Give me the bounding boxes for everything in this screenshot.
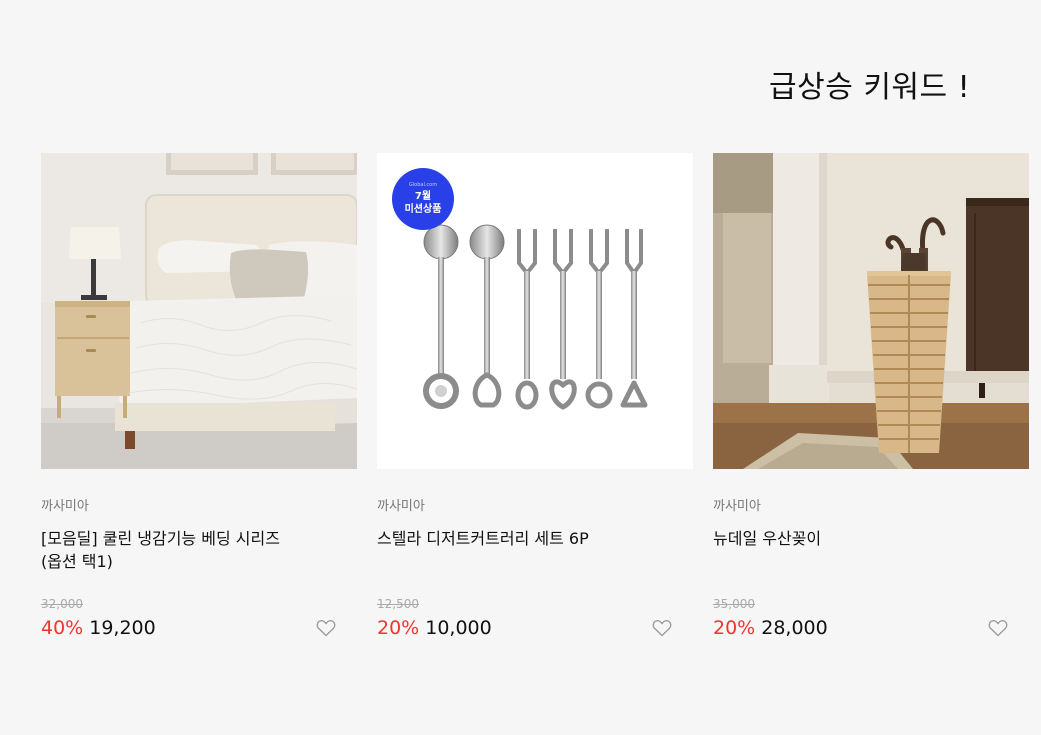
sale-price: 28,000	[761, 617, 828, 639]
product-name[interactable]: 스텔라 디저트커트러리 세트 6P	[377, 527, 637, 573]
price-row: 20% 28,000	[713, 615, 1029, 641]
wishlist-button[interactable]	[651, 617, 673, 639]
original-price: 32,000	[41, 597, 83, 611]
sale-price: 10,000	[425, 617, 492, 639]
rising-keywords-section: 급상승 키워드 ! 까사미아 [모음딜] 쿨린 냉감기능 베딩 시리즈 (옵션 …	[0, 0, 1041, 735]
wishlist-button[interactable]	[987, 617, 1009, 639]
brand-name: 까사미아	[377, 499, 425, 514]
discount-rate: 20%	[713, 617, 756, 639]
price-row: 40% 19,200	[41, 615, 357, 641]
product-image[interactable]	[41, 153, 357, 469]
product-card[interactable]: 까사미아 [모음딜] 쿨린 냉감기능 베딩 시리즈 (옵션 택1) 32,000…	[41, 153, 357, 641]
wishlist-button[interactable]	[315, 617, 337, 639]
brand-name: 까사미아	[713, 499, 761, 514]
brand-name: 까사미아	[41, 499, 89, 514]
heart-icon	[652, 620, 672, 637]
price-row: 20% 10,000	[377, 615, 693, 641]
sale-price: 19,200	[89, 617, 156, 639]
heart-icon	[988, 620, 1008, 637]
discount-rate: 20%	[377, 617, 420, 639]
original-price: 12,500	[377, 597, 419, 611]
section-title: 급상승 키워드 !	[769, 70, 971, 105]
bed-photo	[41, 153, 357, 469]
umbrella-stand-photo	[713, 153, 1029, 469]
original-price: 35,000	[713, 597, 755, 611]
heart-icon	[316, 620, 336, 637]
discount-rate: 40%	[41, 617, 84, 639]
product-name[interactable]: [모음딜] 쿨린 냉감기능 베딩 시리즈 (옵션 택1)	[41, 527, 301, 573]
badge-sub-text: Global.com	[408, 182, 438, 188]
badge-line2: 미션상품	[404, 204, 442, 215]
product-name[interactable]: 뉴데일 우산꽂이	[713, 527, 973, 573]
mission-badge: Global.com 7월 미션상품	[392, 168, 454, 230]
product-image[interactable]	[713, 153, 1029, 469]
product-card[interactable]: 까사미아 뉴데일 우산꽂이 35,000 20% 28,000	[713, 153, 1029, 641]
badge-line1: 7월	[414, 191, 432, 202]
product-card[interactable]: Global.com 7월 미션상품 까사미아 스텔라 디저트커트러리 세트 6…	[377, 153, 693, 641]
product-image[interactable]: Global.com 7월 미션상품	[377, 153, 693, 469]
